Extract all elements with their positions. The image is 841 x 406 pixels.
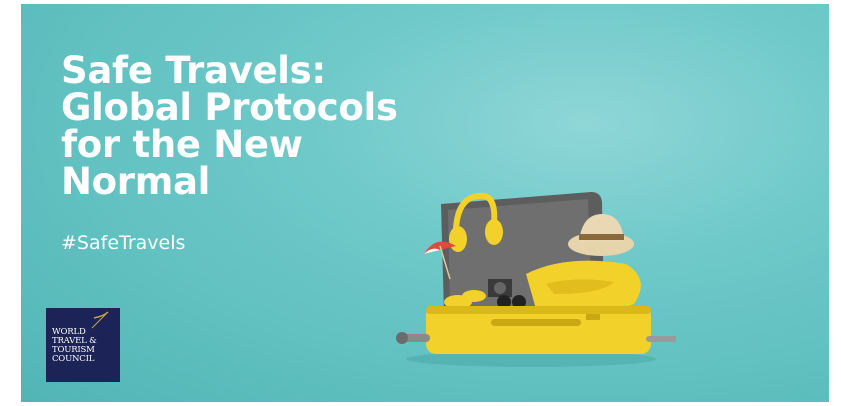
wttc-logo: WORLD TRAVEL & TOURISM COUNCIL	[46, 308, 120, 382]
logo-line-4: COUNCIL	[52, 354, 95, 364]
headline-line-1: Safe Travels:	[61, 49, 326, 92]
hashtag: #SafeTravels	[61, 232, 186, 254]
logo-text: WORLD TRAVEL & TOURISM COUNCIL	[52, 328, 97, 364]
headline-line-2: Global Protocols	[61, 86, 398, 129]
open-suitcase-icon	[396, 192, 676, 367]
headline: Safe Travels: Global Protocols for the N…	[61, 52, 401, 200]
headline-line-3: for the New	[61, 123, 303, 166]
banner: Safe Travels: Global Protocols for the N…	[21, 4, 829, 402]
headline-line-4: Normal	[61, 160, 211, 203]
